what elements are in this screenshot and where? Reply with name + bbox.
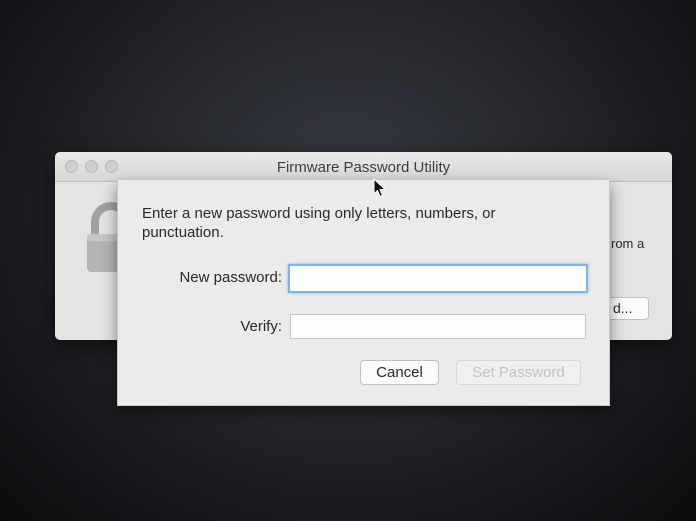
verify-field[interactable] — [290, 314, 586, 339]
window-title: Firmware Password Utility — [276, 159, 451, 176]
mouse-pointer-icon — [373, 178, 387, 198]
window-titlebar[interactable]: Firmware Password Utility — [55, 152, 672, 182]
background-description-text: rom a — [611, 236, 645, 251]
new-password-sheet: Enter a new password using only letters,… — [117, 180, 610, 406]
set-password-button[interactable]: Set Password — [456, 360, 581, 385]
verify-label: Verify: — [240, 318, 282, 335]
new-password-field[interactable] — [288, 264, 588, 293]
new-password-label: New password: — [179, 269, 282, 286]
sheet-prompt: Enter a new password using only letters,… — [142, 205, 496, 241]
cancel-button[interactable]: Cancel — [360, 360, 439, 385]
